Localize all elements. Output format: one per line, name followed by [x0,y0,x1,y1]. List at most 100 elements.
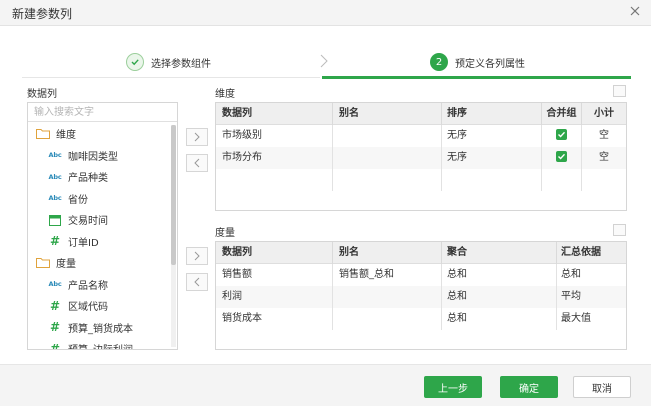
cell-data-column: 销售额 [216,264,333,286]
tree-item[interactable]: # 预算_销货成本 [28,317,171,339]
table-row-empty [216,169,626,191]
tree-item[interactable]: Abc 省份 [28,188,171,210]
wizard-steps: 选择参数组件 2 预定义各列属性 [0,44,651,80]
cell-merge-group[interactable] [542,147,582,169]
cell-alias[interactable] [333,308,442,330]
tree-item[interactable]: Abc 咖啡因类型 [28,145,171,167]
cell-data-column: 市场级别 [216,125,333,147]
cell-alias[interactable] [333,125,442,147]
cell-summary-basis[interactable]: 最大值 [557,308,626,330]
header-data-column: 数据列 [216,103,333,125]
move-to-dimension-button[interactable] [186,128,208,146]
calendar-icon [48,214,62,226]
tree-group[interactable]: 维度 [28,123,171,145]
tree-item-label: 省份 [68,194,88,206]
tree-item-label: 产品名称 [68,280,108,292]
field-tree: 维度 Abc 咖啡因类型 Abc 产品种类 Abc 省份交易时间 # 订单ID 度量 Abc 产品名称… [28,123,171,350]
header-sort: 排序 [442,103,542,125]
scrollbar[interactable] [171,125,176,347]
tree-item-label: 产品种类 [68,173,108,185]
previous-step-button[interactable]: 上一步 [424,376,482,398]
close-icon[interactable] [627,3,643,19]
step-2-number: 2 [430,53,448,71]
hash-icon: # [49,234,61,249]
dimension-label: 维度 [215,89,235,100]
abc-icon: Abc [48,280,62,289]
step-progress-active [322,76,631,79]
step-2-label: 预定义各列属性 [455,58,525,70]
abc-icon: Abc [48,172,62,181]
tree-item[interactable]: 交易时间 [28,209,171,231]
tree-group[interactable]: 度量 [28,252,171,274]
confirm-button[interactable]: 确定 [500,376,558,398]
cell-summary-basis[interactable]: 平均 [557,286,626,308]
dialog-titlebar: 新建参数列 [0,0,651,26]
cell-aggregate[interactable]: 总和 [442,308,557,330]
cell-sort[interactable]: 无序 [442,147,542,169]
tree-item-label: 度量 [56,259,76,271]
merge-checkbox[interactable] [556,128,567,140]
table-row[interactable]: 销货成本 总和 最大值 [216,308,626,330]
tree-item-label: 交易时间 [68,216,108,228]
header-aggregate: 聚合 [442,242,557,264]
folder-icon [36,128,50,140]
chevron-left-icon [194,158,200,168]
table-row[interactable]: 市场分布 无序 空 [216,147,626,169]
hash-icon: # [49,320,61,335]
dialog-title: 新建参数列 [12,7,73,21]
tree-item[interactable]: Abc 产品名称 [28,274,171,296]
abc-icon: Abc [48,151,62,160]
cell-subtotal[interactable]: 空 [582,147,626,169]
header-subtotal: 小计 [594,108,614,119]
cell-data-column: 销货成本 [216,308,333,330]
cell-alias[interactable] [333,286,442,308]
chevron-right-icon [194,132,200,142]
check-icon [126,53,144,71]
header-alias: 别名 [333,103,442,125]
cell-subtotal[interactable]: 空 [582,125,626,147]
tree-item[interactable]: Abc 产品种类 [28,166,171,188]
table-row[interactable]: 销售额 销售额_总和 总和 总和 [216,264,626,286]
header-alias: 别名 [333,242,442,264]
merge-checkbox[interactable] [556,150,567,162]
cell-alias[interactable] [333,147,442,169]
tree-item-label: 订单ID [68,237,99,249]
tree-item-label: 咖啡因类型 [68,151,118,163]
dimension-table-header: 数据列 别名 排序 合并组 小计 [216,103,626,125]
dimension-table: 数据列 别名 排序 合并组 小计 市场级别 无序 空 市场分布 无序 空 [215,102,627,211]
remove-from-measure-button[interactable] [186,273,208,291]
search-input[interactable] [28,103,177,122]
cell-data-column: 利润 [216,286,333,308]
cell-alias[interactable]: 销售额_总和 [333,264,442,286]
tree-item-label: 预算_销货成本 [68,323,133,335]
cell-summary-basis[interactable]: 总和 [557,264,626,286]
measure-table-header: 数据列 别名 聚合 汇总依据 [216,242,626,264]
cell-aggregate[interactable]: 总和 [442,286,557,308]
step-1-label: 选择参数组件 [151,58,211,70]
tree-item[interactable]: # 区域代码 [28,295,171,317]
tree-item-label: 维度 [56,130,76,142]
tree-item[interactable]: # 订单ID [28,231,171,253]
tree-item[interactable]: # 预算_边际利润 [28,338,171,350]
chevron-right-icon [320,54,328,68]
folder-icon [36,257,50,269]
scrollbar-thumb[interactable] [171,125,176,265]
settings-grid-icon[interactable] [613,224,626,236]
remove-from-dimension-button[interactable] [186,154,208,172]
step-2[interactable]: 2 预定义各列属性 [430,44,525,80]
dialog-footer: 上一步 确定 取消 [0,364,651,406]
measure-label: 度量 [215,228,235,239]
step-1[interactable]: 选择参数组件 [126,44,211,80]
abc-icon: Abc [48,194,62,203]
cell-sort[interactable]: 无序 [442,125,542,147]
cell-merge-group[interactable] [542,125,582,147]
hash-icon: # [49,341,61,350]
settings-grid-icon[interactable] [613,85,626,97]
move-to-measure-button[interactable] [186,247,208,265]
table-row[interactable]: 利润 总和 平均 [216,286,626,308]
chevron-right-icon [194,251,200,261]
cancel-button[interactable]: 取消 [573,376,631,398]
chevron-left-icon [194,277,200,287]
table-row[interactable]: 市场级别 无序 空 [216,125,626,147]
cell-aggregate[interactable]: 总和 [442,264,557,286]
